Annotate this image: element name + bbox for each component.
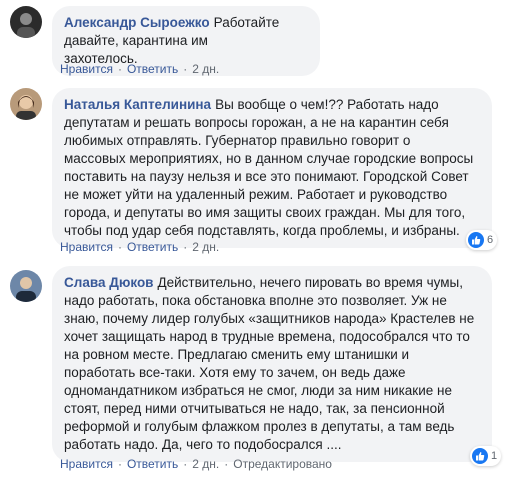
avatar[interactable] (10, 270, 42, 302)
like-link[interactable]: Нравится (60, 240, 113, 254)
comment-timestamp[interactable]: 2 дн. (192, 457, 219, 471)
comment-actions: Нравится · Ответить · 2 дн. (60, 62, 220, 76)
like-icon (472, 448, 488, 464)
comment-actions: Нравится · Ответить · 2 дн. (60, 240, 220, 254)
comment-timestamp[interactable]: 2 дн. (192, 62, 219, 76)
comment-bubble: Наталья Каптелинина Вы вообще о чем!?? Ра… (52, 88, 492, 248)
reply-link[interactable]: Ответить (127, 457, 178, 471)
comment-author[interactable]: Наталья Каптелинина (64, 97, 211, 112)
avatar[interactable] (10, 88, 42, 120)
like-link[interactable]: Нравится (60, 62, 113, 76)
comment-text: Вы вообще о чем!?? Работать надо депутат… (64, 97, 474, 238)
like-link[interactable]: Нравится (60, 457, 113, 471)
comment-actions: Нравится · Ответить · 2 дн. · Отредактировано (60, 457, 332, 471)
reaction-badge[interactable]: 1 (470, 446, 502, 466)
reply-link[interactable]: Ответить (127, 240, 178, 254)
reaction-badge[interactable]: 6 (466, 230, 498, 250)
reply-link[interactable]: Ответить (127, 62, 178, 76)
comment-timestamp[interactable]: 2 дн. (192, 240, 219, 254)
reaction-count: 6 (487, 234, 494, 246)
comment-author[interactable]: Слава Дюков (64, 275, 153, 290)
avatar[interactable] (10, 6, 42, 38)
comment-text: Действительно, нечего пировать во время … (64, 275, 475, 452)
reaction-count: 1 (491, 450, 498, 462)
like-icon (468, 232, 484, 248)
comment-author[interactable]: Александр Сыроежко (64, 15, 210, 30)
comment-bubble: Слава Дюков Действительно, нечего пироват… (52, 266, 492, 462)
edited-label[interactable]: Отредактировано (233, 457, 332, 471)
